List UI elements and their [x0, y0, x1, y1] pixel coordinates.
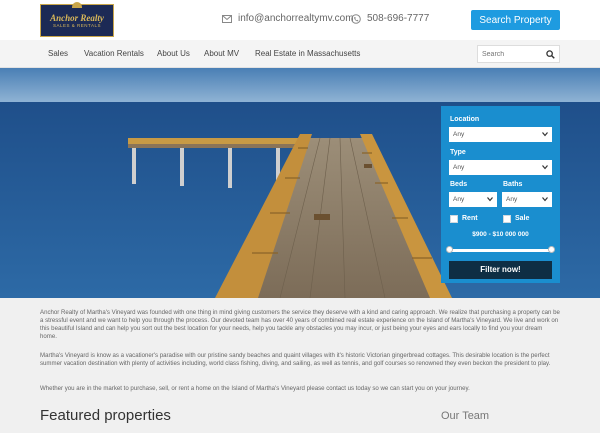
filter-now-button[interactable]: Filter now!	[449, 261, 552, 279]
logo-subtitle: SALES & RENTALS	[53, 22, 101, 28]
email-text: info@anchorrealtymv.com	[238, 13, 354, 24]
nav-item-real-estate-massachusetts[interactable]: Real Estate in Massachusetts	[255, 40, 360, 68]
featured-properties-heading: Featured properties	[40, 407, 171, 424]
search-input[interactable]	[482, 48, 546, 60]
contact-us-paragraph: Whether you are in the market to purchas…	[40, 385, 470, 392]
sale-checkbox[interactable]	[503, 215, 511, 223]
property-filter-panel: Location Any Type Any Beds Any Baths Any…	[441, 106, 560, 283]
nav-search-box	[477, 45, 560, 63]
phone-text: 508-696-7777	[367, 13, 430, 24]
baths-label: Baths	[503, 181, 523, 188]
location-value: Any	[453, 131, 465, 138]
site-header: Anchor Realty SALES & RENTALS info@ancho…	[0, 0, 600, 40]
nav-item-sales[interactable]: Sales	[48, 40, 68, 68]
logo-title: Anchor Realty	[50, 12, 104, 23]
rent-checkbox[interactable]	[450, 215, 458, 223]
location-label: Location	[450, 116, 480, 123]
sale-label: Sale	[515, 215, 530, 222]
price-slider-min-handle[interactable]	[446, 246, 453, 253]
anchor-realty-logo[interactable]: Anchor Realty SALES & RENTALS	[40, 2, 114, 37]
logo-crest-icon	[72, 2, 82, 8]
phone-icon	[351, 13, 361, 24]
search-icon[interactable]	[546, 50, 555, 59]
nav-item-about-us[interactable]: About Us	[157, 40, 190, 68]
type-value: Any	[453, 164, 465, 171]
contact-phone[interactable]: 508-696-7777	[351, 13, 429, 24]
our-team-heading: Our Team	[441, 410, 490, 422]
price-slider-max-handle[interactable]	[548, 246, 555, 253]
beds-select[interactable]: Any	[449, 192, 497, 207]
chevron-down-icon	[542, 132, 548, 137]
price-range-text: $900 - $10 000 000	[472, 231, 529, 238]
baths-select[interactable]: Any	[502, 192, 552, 207]
type-select[interactable]: Any	[449, 160, 552, 175]
type-label: Type	[450, 149, 466, 156]
location-select[interactable]: Any	[449, 127, 552, 142]
chevron-down-icon	[542, 197, 548, 202]
envelope-icon	[222, 14, 232, 23]
marthas-vineyard-paragraph: Martha's Vineyard is know as a vacatione…	[40, 352, 551, 367]
chevron-down-icon	[487, 197, 493, 202]
search-property-button[interactable]: Search Property	[471, 10, 560, 30]
beds-label: Beds	[450, 181, 468, 188]
nav-item-vacation-rentals[interactable]: Vacation Rentals	[84, 40, 144, 68]
contact-email[interactable]: info@anchorrealtymv.com	[222, 13, 354, 24]
nav-item-about-mv[interactable]: About MV	[204, 40, 239, 68]
intro-paragraph: Anchor Realty of Martha's Vineyard was f…	[40, 309, 560, 340]
chevron-down-icon	[542, 165, 548, 170]
rent-label: Rent	[462, 215, 478, 222]
beds-value: Any	[453, 196, 465, 203]
baths-value: Any	[506, 196, 518, 203]
price-slider-track[interactable]	[449, 249, 552, 252]
